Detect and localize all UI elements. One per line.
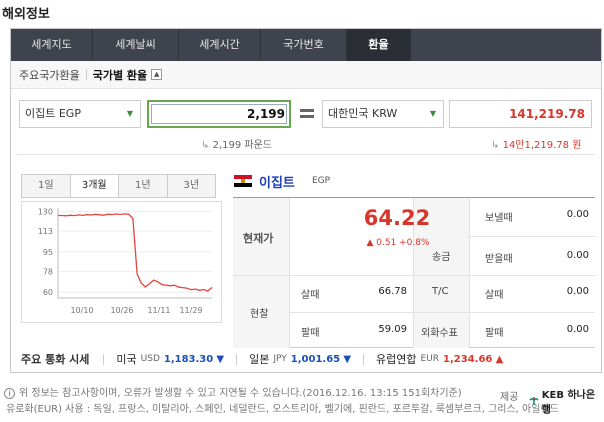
rate-chart: 60 78 95 113 130 10/10 10/26 11/11 11/29: [21, 201, 222, 323]
check-label: 외화수표: [421, 328, 458, 339]
remit-send-value: 0.00: [566, 209, 589, 220]
major-jpy-code: JPY: [273, 354, 287, 364]
amount-input[interactable]: 2,199: [147, 100, 291, 128]
converted-amount: 141,219.78: [449, 100, 592, 128]
chart-y-tick-label: 95: [43, 248, 53, 257]
keb-hana-icon: [529, 397, 539, 405]
current-price: 64.22: [363, 206, 431, 230]
major-eur[interactable]: 유럽연합 EUR 1,234.66 ▲: [376, 351, 503, 367]
up-arrow-icon: ▲: [495, 353, 504, 365]
major-jpy-name: 일본: [249, 353, 270, 366]
tab-world-weather[interactable]: 세계날씨: [93, 29, 179, 61]
to-currency-select[interactable]: 대한민국 KRW ▼: [322, 100, 444, 128]
period-tab-1d[interactable]: 1일: [22, 175, 71, 197]
down-arrow-icon: ▼: [216, 353, 225, 365]
chart-series-line: [58, 213, 213, 292]
to-amount-hint: ↳ 14만1,219.78 원: [491, 136, 581, 151]
collapse-up-icon[interactable]: ▲: [151, 69, 163, 80]
equals-icon: [300, 109, 314, 119]
hint-arrow-icon: ↳: [201, 140, 210, 151]
remit-receive-value: 0.00: [566, 250, 589, 261]
major-usd[interactable]: 미국 USD 1,183.30 ▼: [116, 351, 224, 367]
chart-y-tick-label: 78: [43, 267, 53, 276]
cash-buy-value: 66.78: [378, 286, 407, 297]
from-hint-text: 2,199 파운드: [212, 140, 272, 151]
chart-y-tick-label: 130: [38, 207, 53, 216]
from-amount-hint: ↳ 2,199 파운드: [201, 136, 272, 151]
chart-x-tick-label: 11/11: [147, 306, 170, 315]
provider: 제공 : KEB 하나은행: [500, 386, 604, 416]
chart-x-tick-label: 10/10: [70, 306, 93, 315]
cash-label: 현찰: [250, 309, 269, 320]
exchange-widget: 세계지도 세계날씨 세계시간 국가번호 환율 주요국가환율 국가별 환율 ▲ 이…: [10, 28, 602, 373]
check-sell-label: 팔때: [485, 328, 504, 339]
remit-receive-label: 받을때: [485, 254, 513, 265]
major-eur-name: 유럽연합: [376, 353, 417, 366]
major-currencies-bar: 주요 통화 시세 미국 USD 1,183.30 ▼ 일본 JPY 1,001.…: [21, 345, 593, 373]
to-hint-text: 14만1,219.78 원: [502, 140, 582, 151]
tab-world-time[interactable]: 세계시간: [179, 29, 261, 61]
cash-sell-value: 59.09: [378, 324, 407, 335]
main-tabs: 세계지도 세계날씨 세계시간 국가번호 환율: [11, 29, 601, 61]
period-tab-1y[interactable]: 1년: [119, 175, 168, 197]
to-currency-label: 대한민국 KRW: [328, 107, 398, 120]
tab-exchange-rate[interactable]: 환율: [347, 29, 411, 61]
from-currency-select[interactable]: 이집트 EGP ▼: [19, 100, 141, 128]
page-title: 해외정보: [2, 7, 50, 22]
quote-table: 현재가 64.22 ▲ 0.51 +0.8% 현찰 살때 66.78 팔때 59…: [233, 197, 595, 348]
subtab-divider: [85, 69, 87, 80]
major-currencies-label: 주요 통화 시세: [21, 353, 90, 366]
amount-value: 2,199: [247, 107, 285, 121]
period-tabs: 1일 3개월 1년 3년: [21, 174, 216, 198]
major-eur-code: EUR: [420, 354, 440, 364]
major-jpy[interactable]: 일본 JPY 1,001.65 ▼: [249, 351, 351, 367]
bank-logo: KEB 하나은행: [529, 386, 604, 416]
cash-sell-label: 팔때: [301, 328, 320, 339]
tab-country-code[interactable]: 국가번호: [261, 29, 347, 61]
sub-tabs: 주요국가환율 국가별 환율 ▲: [11, 61, 601, 89]
current-price-label: 현재가: [243, 232, 274, 245]
remit-label: 송금: [432, 252, 451, 263]
cash-buy-label: 살때: [301, 290, 320, 301]
chart-y-tick-label: 60: [43, 288, 53, 297]
bank-name: KEB 하나은행: [541, 390, 596, 416]
check-sell-value: 0.00: [566, 324, 589, 335]
hint-arrow-icon: ↳: [491, 140, 500, 151]
price-change: ▲ 0.51 +0.8%: [366, 238, 430, 248]
tc-label: T/C: [432, 286, 449, 297]
provider-label: 제공 :: [500, 392, 519, 414]
down-arrow-icon: ▼: [343, 353, 352, 365]
major-jpy-value: 1,001.65: [290, 353, 341, 365]
chart-x-tick-label: 10/26: [110, 306, 133, 315]
rate-chart-svg: 60 78 95 113 130 10/10 10/26 11/11 11/29: [38, 207, 213, 315]
period-tab-3m[interactable]: 3개월: [70, 175, 119, 197]
major-usd-code: USD: [140, 354, 160, 364]
chart-y-tick-label: 113: [38, 227, 53, 236]
remit-send-label: 보낼때: [485, 213, 513, 224]
section-divider: [17, 154, 595, 155]
period-tab-3y[interactable]: 3년: [167, 175, 215, 197]
chart-x-tick-label: 11/29: [179, 306, 202, 315]
footer-disclaimer: 위 정보는 참고사항이며, 오류가 발생할 수 있고 지연될 수 있습니다.(2…: [19, 388, 462, 399]
subtab-major-rates[interactable]: 주요국가환율: [19, 67, 80, 83]
tab-world-map[interactable]: 세계지도: [11, 29, 93, 61]
major-usd-value: 1,183.30: [163, 353, 214, 365]
chevron-down-icon: ▼: [126, 109, 133, 118]
tc-buy-label: 살때: [485, 290, 504, 301]
subtab-country-rates[interactable]: 국가별 환율: [93, 67, 147, 83]
info-icon: i: [4, 388, 15, 399]
country-code: EGP: [312, 176, 331, 186]
chevron-down-icon: ▼: [429, 109, 436, 118]
major-eur-value: 1,234.66: [443, 353, 493, 365]
country-name: 이집트: [259, 176, 295, 191]
egypt-flag-icon: [234, 175, 252, 187]
tc-buy-value: 0.00: [566, 286, 589, 297]
from-currency-label: 이집트 EGP: [25, 107, 81, 120]
major-usd-name: 미국: [116, 353, 137, 366]
